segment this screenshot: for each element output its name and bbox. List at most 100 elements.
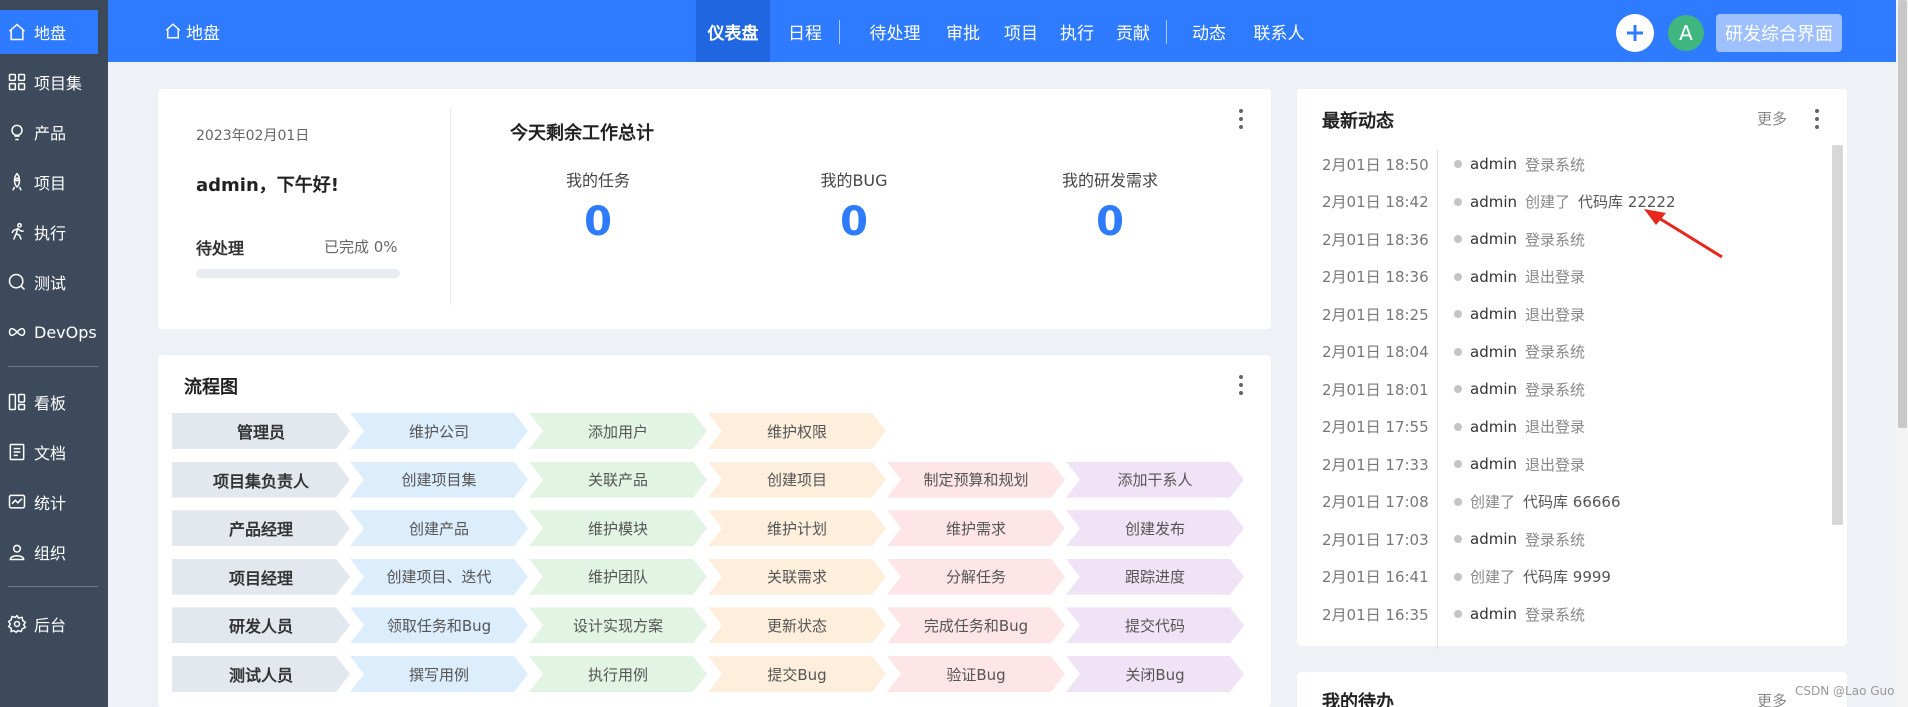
sidebar-item-org[interactable]: 组织 [0, 530, 98, 574]
sidebar-item-test[interactable]: 测试 [0, 260, 98, 304]
flow-step[interactable]: 设计实现方案 [529, 607, 707, 643]
home-breadcrumb[interactable]: 地盘 [164, 0, 220, 62]
sidebar-item-program[interactable]: 项目集 [0, 60, 98, 104]
more-options-icon[interactable] [1238, 109, 1244, 129]
flow-step[interactable]: 创建发布 [1066, 510, 1244, 546]
stat-bug-value[interactable]: 0 [774, 199, 934, 245]
flow-step[interactable]: 维护计划 [708, 510, 886, 546]
flow-role: 测试人员 [172, 656, 350, 692]
sidebar-item-doc[interactable]: 文档 [0, 430, 98, 474]
welcome-card: 2023年02月01日 admin，下午好! 待处理 已完成 0% 今天剩余工作… [158, 89, 1271, 329]
tab-contacts[interactable]: 联系人 [1244, 0, 1314, 62]
flow-step[interactable]: 关闭Bug [1066, 656, 1244, 692]
flow-step[interactable]: 创建项目、迭代 [350, 559, 528, 595]
avatar[interactable]: A [1668, 15, 1704, 51]
sidebar-item-label: 文档 [34, 444, 67, 463]
view-switch-button[interactable]: 研发综合界面 [1716, 14, 1842, 52]
activity-time: 2月01日 18:42 [1322, 193, 1429, 211]
more-options-icon[interactable] [1238, 375, 1244, 395]
flow-step[interactable]: 创建项目集 [350, 462, 528, 498]
timeline-dot [1454, 272, 1462, 281]
flow-step[interactable]: 执行用例 [529, 656, 707, 692]
activity-action: 退出登录 [1525, 455, 1586, 474]
activity-item: 2月01日 18:42 admin 创建了 代码库 22222 [1322, 190, 1802, 214]
activity-time: 2月01日 18:25 [1322, 305, 1429, 324]
flow-step[interactable]: 维护需求 [887, 510, 1065, 546]
flow-step[interactable]: 验证Bug [887, 656, 1065, 692]
sidebar-item-execution[interactable]: 执行 [0, 210, 98, 254]
sidebar-item-product[interactable]: 产品 [0, 110, 98, 154]
grid-icon [6, 71, 28, 93]
flow-step[interactable]: 跟踪进度 [1066, 559, 1244, 595]
activity-object-link[interactable]: 代码库 9999 [1523, 566, 1611, 587]
activity-time: 2月01日 17:55 [1322, 418, 1429, 436]
more-options-icon[interactable] [1814, 109, 1820, 129]
flow-step[interactable]: 完成任务和Bug [887, 607, 1065, 643]
flow-step[interactable]: 领取任务和Bug [350, 607, 528, 643]
stat-task-label: 我的任务 [565, 171, 630, 190]
activity-time: 2月01日 17:03 [1322, 530, 1429, 549]
tab-contribution[interactable]: 贡献 [1106, 0, 1160, 62]
sidebar-item-admin[interactable]: 后台 [0, 602, 98, 646]
sidebar-item-my[interactable]: 地盘 [0, 10, 98, 54]
watermark: CSDN @Lao Guo [1795, 684, 1895, 698]
page-scrollbar-thumb[interactable] [1898, 0, 1907, 428]
activity-user: admin [1470, 417, 1517, 436]
flow-step[interactable]: 更新状态 [708, 607, 886, 643]
timeline-dot [1454, 422, 1462, 431]
activity-object-link[interactable]: 代码库 66666 [1523, 491, 1621, 512]
sidebar-item-kanban[interactable]: 看板 [0, 380, 98, 424]
flow-step[interactable]: 维护权限 [708, 413, 886, 449]
flow-step[interactable]: 维护模块 [529, 510, 707, 546]
document-icon [6, 441, 28, 463]
activity-scrollbar[interactable] [1832, 145, 1843, 525]
timeline-dot [1454, 197, 1462, 206]
tab-project[interactable]: 项目 [994, 0, 1048, 62]
flow-step[interactable]: 创建产品 [350, 510, 528, 546]
tab-todo[interactable]: 待处理 [858, 0, 932, 62]
flow-step[interactable]: 创建项目 [708, 462, 886, 498]
flow-step[interactable]: 制定预算和规划 [887, 462, 1065, 498]
flow-step[interactable]: 关联需求 [708, 559, 886, 595]
tab-execution[interactable]: 执行 [1050, 0, 1104, 62]
activity-time: 2月01日 18:36 [1322, 230, 1429, 249]
activity-time: 2月01日 16:35 [1322, 605, 1429, 624]
activity-item: 2月01日 18:25 admin 退出登录 [1322, 302, 1802, 326]
timeline-dot [1454, 235, 1462, 243]
timeline-dot [1454, 310, 1462, 318]
sidebar-item-project[interactable]: 项目 [0, 160, 98, 204]
sidebar-item-label: 项目 [34, 174, 67, 193]
flow-step[interactable]: 添加用户 [529, 413, 707, 449]
flow-step[interactable]: 维护团队 [529, 559, 707, 595]
flow-step[interactable]: 维护公司 [350, 413, 528, 449]
activity-user: admin [1470, 380, 1517, 398]
activity-action: 登录系统 [1525, 155, 1586, 174]
todo-more-link[interactable]: 更多 [1757, 690, 1787, 707]
stat-story-value[interactable]: 0 [1030, 199, 1190, 245]
timeline-dot [1454, 535, 1462, 543]
flow-step[interactable]: 分解任务 [887, 559, 1065, 595]
activity-action: 退出登录 [1525, 268, 1586, 286]
flow-step[interactable]: 提交代码 [1066, 607, 1244, 643]
activity-user: admin [1470, 230, 1517, 248]
sidebar-item-stats[interactable]: 统计 [0, 480, 98, 524]
flow-step[interactable]: 关联产品 [529, 462, 707, 498]
run-icon [6, 221, 28, 243]
sidebar-item-devops[interactable]: DevOps [0, 310, 98, 354]
flow-step[interactable]: 撰写用例 [350, 656, 528, 692]
stat-task-value[interactable]: 0 [518, 199, 678, 245]
home-icon [165, 23, 181, 39]
create-button[interactable] [1616, 14, 1654, 52]
activity-more-link[interactable]: 更多 [1757, 108, 1787, 129]
timeline-dot [1454, 160, 1462, 168]
tab-dashboard[interactable]: 仪表盘 [696, 0, 770, 62]
timeline-dot [1454, 610, 1462, 618]
tab-dynamic[interactable]: 动态 [1182, 0, 1236, 62]
flow-step[interactable]: 提交Bug [708, 656, 886, 692]
sidebar-item-label: 看板 [34, 394, 67, 413]
tab-calendar[interactable]: 日程 [776, 0, 834, 62]
tab-approval[interactable]: 审批 [936, 0, 990, 62]
activity-user: admin [1470, 530, 1517, 548]
activity-item: 2月01日 18:01 admin 登录系统 [1322, 377, 1802, 401]
flow-step[interactable]: 添加干系人 [1066, 462, 1244, 498]
